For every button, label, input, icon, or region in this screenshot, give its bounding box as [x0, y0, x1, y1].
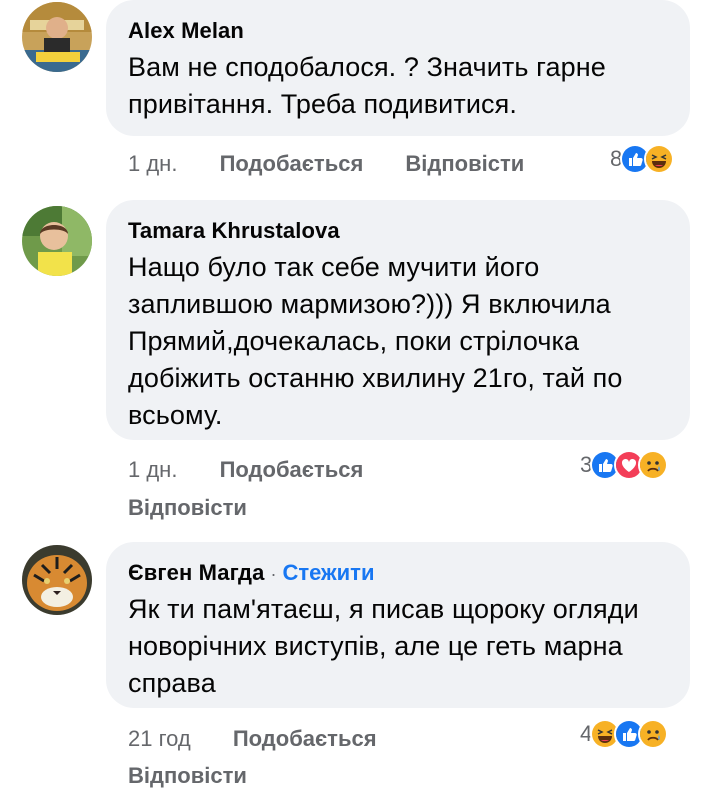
comment-text: Вам не сподобалося. ? Значить гарне прив…: [128, 52, 606, 119]
like-button[interactable]: Подобається: [220, 151, 364, 177]
author-name[interactable]: Tamara Khrustalova: [128, 218, 668, 244]
like-button[interactable]: Подобається: [233, 726, 377, 752]
author-line: Євген Магда · Стежити: [128, 560, 668, 586]
avatar[interactable]: [22, 545, 92, 615]
author-name[interactable]: Євген Магда: [128, 560, 264, 586]
comment-bubble: Tamara Khrustalova Нащо було так себе му…: [106, 200, 690, 440]
avatar-image: [22, 206, 92, 276]
comment-actions: 21 год Подобається: [128, 726, 377, 752]
avatar-image: [22, 545, 92, 615]
comment-text: Як ти пам'ятаєш, я писав щороку огляди н…: [128, 594, 639, 698]
reaction-summary[interactable]: 3: [580, 450, 669, 480]
comment-time[interactable]: 1 дн.: [128, 151, 177, 177]
separator-dot: ·: [270, 564, 277, 584]
comment-bubble: Євген Магда · Стежити Як ти пам'ятаєш, я…: [106, 542, 690, 708]
haha-icon: [644, 144, 675, 174]
comment-actions: 1 дн. Подобається: [128, 457, 363, 483]
like-button[interactable]: Подобається: [220, 457, 364, 483]
avatar[interactable]: [22, 206, 92, 276]
comment-bubble: Alex Melan Вам не сподобалося. ? Значить…: [106, 0, 690, 136]
follow-button[interactable]: Стежити: [282, 560, 374, 586]
comment-actions: 1 дн. Подобається Відповісти: [128, 151, 524, 177]
reply-button[interactable]: Відповісти: [128, 495, 247, 521]
sad-icon: [638, 719, 669, 749]
comment-text: Нащо було так себе мучити його заплившою…: [128, 252, 623, 430]
avatar[interactable]: [22, 2, 92, 72]
avatar-image: [22, 2, 92, 72]
author-name[interactable]: Alex Melan: [128, 18, 668, 44]
reply-button[interactable]: Відповісти: [405, 151, 524, 177]
reaction-summary[interactable]: 8: [610, 144, 675, 174]
reaction-summary[interactable]: 4: [580, 719, 669, 749]
comment-time[interactable]: 21 год: [128, 726, 191, 752]
comment-time[interactable]: 1 дн.: [128, 457, 177, 483]
sad-icon: [638, 450, 669, 480]
reply-button[interactable]: Відповісти: [128, 763, 247, 789]
